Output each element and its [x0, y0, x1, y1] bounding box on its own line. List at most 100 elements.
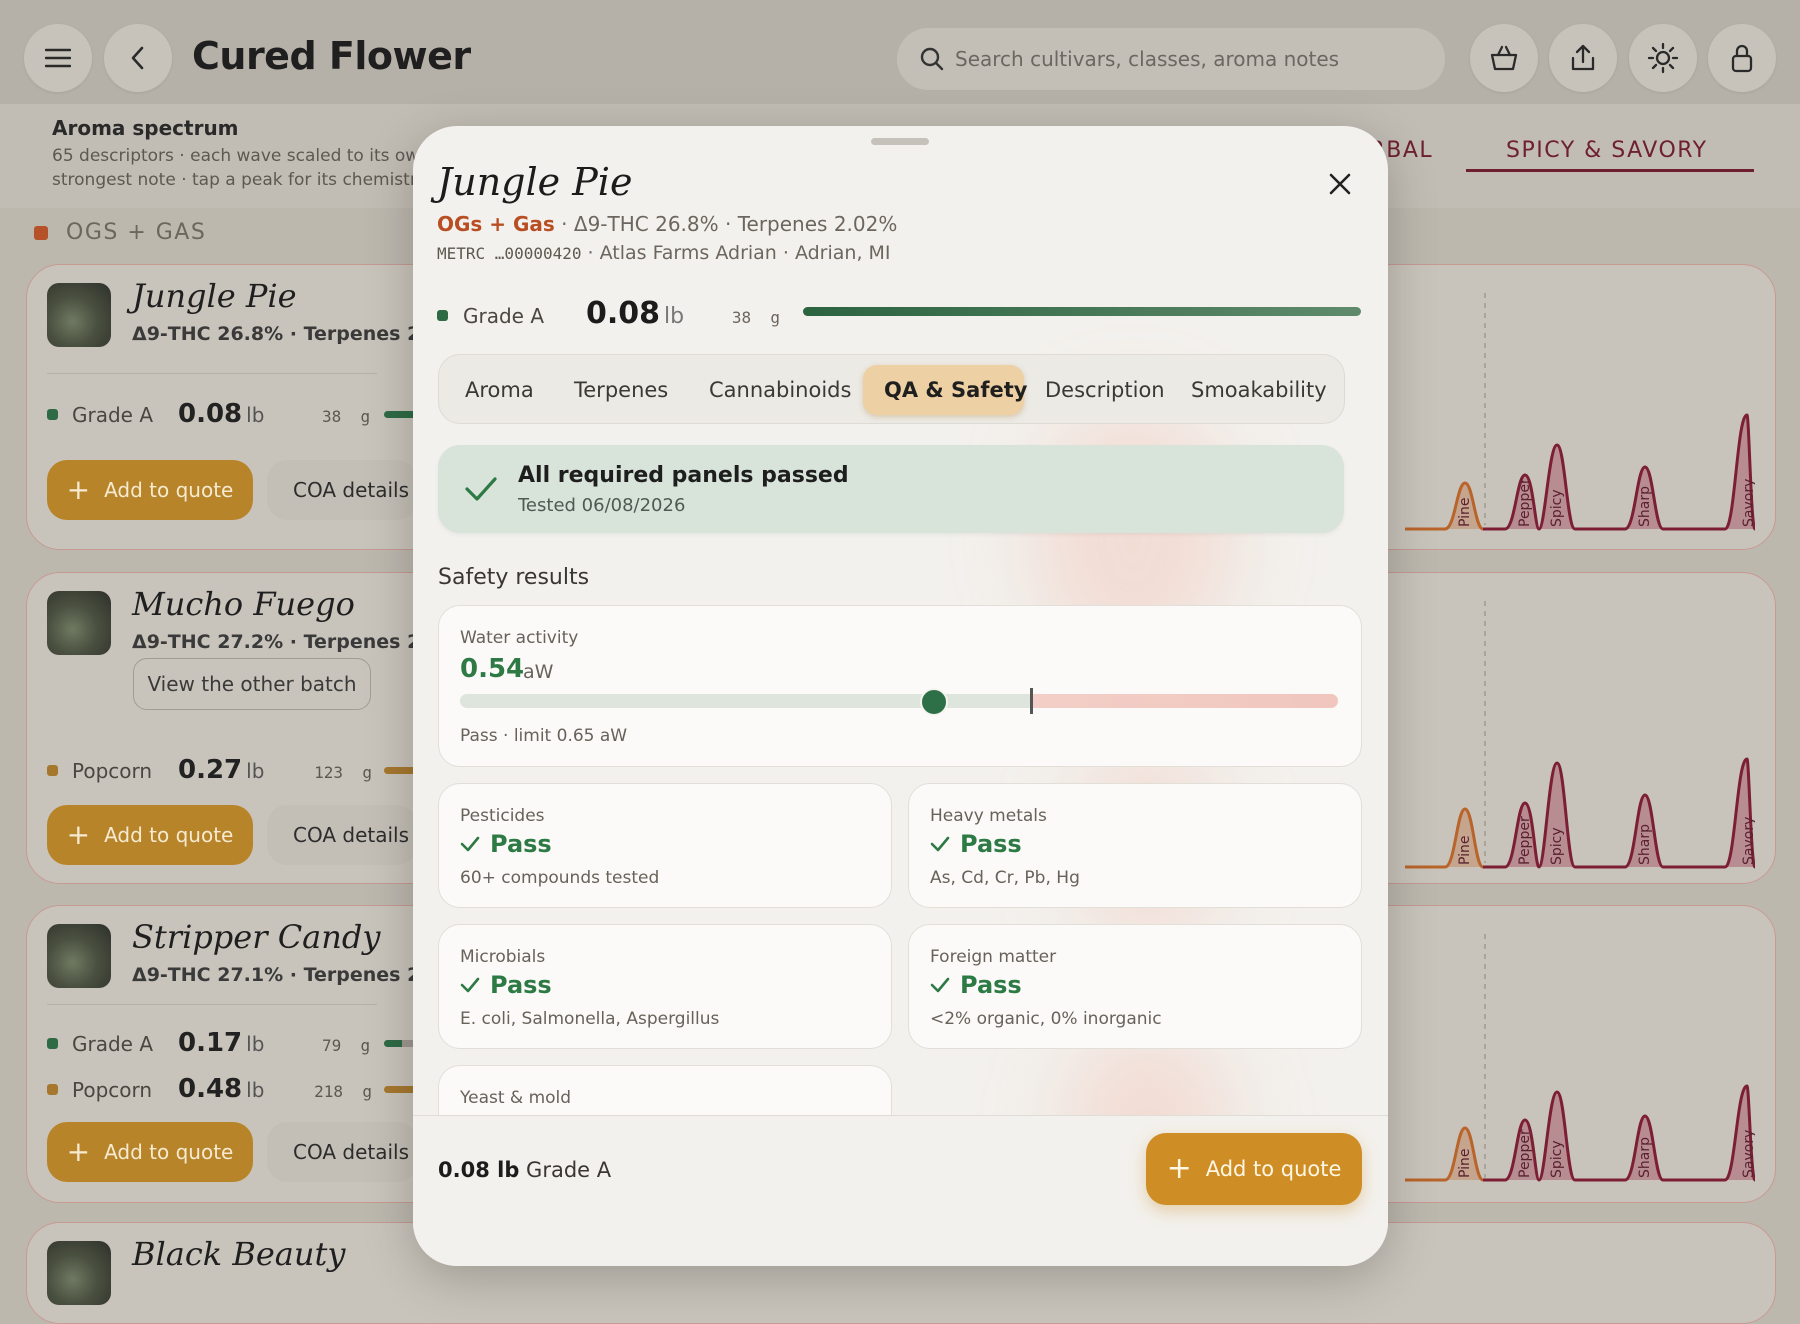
peak-label: Spicy: [1549, 489, 1565, 527]
grade-label: Grade A: [72, 403, 154, 427]
peak-label: Savory: [1741, 1130, 1755, 1178]
grade-swatch: [437, 310, 448, 321]
class-section-label: OGS + GAS: [34, 220, 206, 245]
aroma-description: 65 descriptors · each wave scaled to its…: [52, 144, 422, 194]
grade-label: Grade A: [72, 1032, 154, 1056]
tab-description[interactable]: Description: [1045, 365, 1165, 415]
coa-details-button[interactable]: COA details: [267, 1122, 417, 1182]
cultivar-thumbnail: [47, 924, 111, 988]
grade-weight: 0.27: [178, 755, 243, 785]
close-button[interactable]: [1320, 164, 1360, 204]
share-button[interactable]: [1549, 24, 1617, 92]
metrc-id: METRC …00000420: [437, 244, 582, 263]
menu-button[interactable]: [24, 24, 92, 92]
aroma-waveform[interactable]: Pine Pepper Spicy Sharp Savory: [1405, 275, 1755, 535]
check-icon: [465, 477, 497, 501]
peak-label: Spicy: [1549, 1140, 1565, 1178]
detail-tabs: Aroma Terpenes Cannabinoids QA & Safety …: [438, 354, 1345, 424]
basket-icon: [1490, 45, 1518, 71]
lock-icon: [1731, 44, 1753, 73]
tab-cannabinoids[interactable]: Cannabinoids: [709, 365, 851, 415]
tab-aroma[interactable]: Aroma: [465, 365, 534, 415]
sheet-footer: 0.08 lb Grade A + Add to quote: [413, 1115, 1388, 1266]
cultivar-thumbnail: [47, 283, 111, 347]
qa-pass-banner: All required panels passed Tested 06/08/…: [438, 445, 1344, 533]
panel-label: Pesticides: [460, 806, 545, 826]
sun-icon: [1647, 42, 1679, 74]
search-bar[interactable]: [897, 28, 1445, 90]
coa-details-button[interactable]: COA details: [267, 805, 417, 865]
aroma-waveform[interactable]: Pine Pepper Spicy Sharp Savory: [1405, 916, 1755, 1186]
aroma-desc-line-1: 65 descriptors · each wave scaled to its…: [52, 146, 422, 166]
sheet-drag-handle[interactable]: [871, 138, 929, 145]
panel-detail: As, Cd, Cr, Pb, Hg: [930, 868, 1080, 888]
foreign-matter-card: Foreign matter Pass <2% organic, 0% inor…: [908, 924, 1362, 1049]
quote-summary: 0.08 lb Grade A: [438, 1158, 611, 1182]
peak-label: Sharp: [1637, 486, 1653, 527]
share-icon: [1571, 44, 1595, 71]
top-bar: Cured Flower: [0, 0, 1800, 104]
panel-result: Pass: [930, 830, 1022, 858]
view-other-batch-button[interactable]: View the other batch: [133, 658, 371, 710]
cart-button[interactable]: [1470, 24, 1538, 92]
theme-toggle-button[interactable]: [1629, 24, 1697, 92]
farm-location: · Atlas Farms Adrian · Adrian, MI: [581, 242, 891, 264]
aroma-title: Aroma spectrum: [52, 116, 239, 140]
grade-weight: 0.08: [178, 399, 243, 429]
add-to-quote-button[interactable]: + Add to quote: [1146, 1133, 1362, 1205]
water-activity-value: 0.54: [460, 654, 525, 684]
cultivar-name: Jungle Pie: [132, 277, 297, 315]
peak-label: Pine: [1457, 835, 1473, 865]
grade-grams: 38 g: [731, 308, 781, 327]
grade-swatch: [47, 1038, 58, 1049]
water-activity-marker: [920, 688, 949, 716]
cultivar-thumbnail: [47, 591, 111, 655]
add-to-quote-button[interactable]: + Add to quote: [47, 805, 253, 865]
grade-label: Grade A: [463, 304, 545, 328]
tab-qa-safety[interactable]: QA & Safety: [863, 365, 1027, 415]
safety-results-heading: Safety results: [438, 565, 590, 590]
grade-row: Grade A 0.17 lb 79 g: [47, 1028, 445, 1058]
grade-row: Popcorn 0.27 lb 123 g: [47, 755, 445, 785]
panel-label: Microbials: [460, 947, 546, 967]
panel-label: Heavy metals: [930, 806, 1047, 826]
grade-swatch: [47, 409, 58, 420]
divider: [47, 1004, 377, 1005]
tab-terpenes[interactable]: Terpenes: [574, 365, 668, 415]
banner-subtitle: Tested 06/08/2026: [518, 495, 686, 516]
grade-unit: lb: [246, 403, 265, 427]
grade-weight: 0.17: [178, 1028, 243, 1058]
peak-label: Pine: [1457, 1148, 1473, 1178]
microbials-card: Microbials Pass E. coli, Salmonella, Asp…: [438, 924, 892, 1049]
tab-smoakability[interactable]: Smoakability: [1191, 365, 1327, 415]
class-section-text: OGS + GAS: [66, 220, 207, 245]
add-to-quote-button[interactable]: + Add to quote: [47, 1122, 253, 1182]
grade-unit: lb: [246, 1078, 265, 1102]
grade-bar: [803, 307, 1361, 316]
back-button[interactable]: [104, 24, 172, 92]
grade-weight: 0.48: [178, 1074, 243, 1104]
grade-unit: lb: [246, 759, 265, 783]
aroma-waveform[interactable]: Pine Pepper Spicy Sharp Savory: [1405, 583, 1755, 873]
panel-result: Pass: [930, 971, 1022, 999]
coa-details-button[interactable]: COA details: [267, 460, 417, 520]
grade-grams: 79 g: [321, 1036, 371, 1055]
water-activity-card: Water activity 0.54 aW Pass · limit 0.65…: [438, 605, 1362, 767]
panel-label: Yeast & mold: [460, 1088, 572, 1108]
panel-detail: E. coli, Salmonella, Aspergillus: [460, 1009, 720, 1029]
grade-label: Popcorn: [72, 1078, 153, 1102]
class-label: OGs + Gas: [437, 212, 555, 236]
lock-button[interactable]: [1708, 24, 1776, 92]
close-icon: [1329, 173, 1351, 195]
add-to-quote-button[interactable]: + Add to quote: [47, 460, 253, 520]
peak-label: Sharp: [1637, 824, 1653, 865]
aroma-desc-line-2: strongest note · tap a peak for its chem…: [52, 170, 422, 190]
grade-row: Grade A 0.08 lb 38 g: [437, 296, 794, 331]
check-icon: [930, 977, 950, 993]
pesticides-card: Pesticides Pass 60+ compounds tested: [438, 783, 892, 908]
search-input[interactable]: [953, 46, 1427, 72]
menu-icon: [45, 48, 71, 68]
water-activity-track: [460, 694, 1338, 708]
check-icon: [460, 977, 480, 993]
tab-spicy-savory[interactable]: SPICY & SAVORY: [1506, 138, 1708, 163]
